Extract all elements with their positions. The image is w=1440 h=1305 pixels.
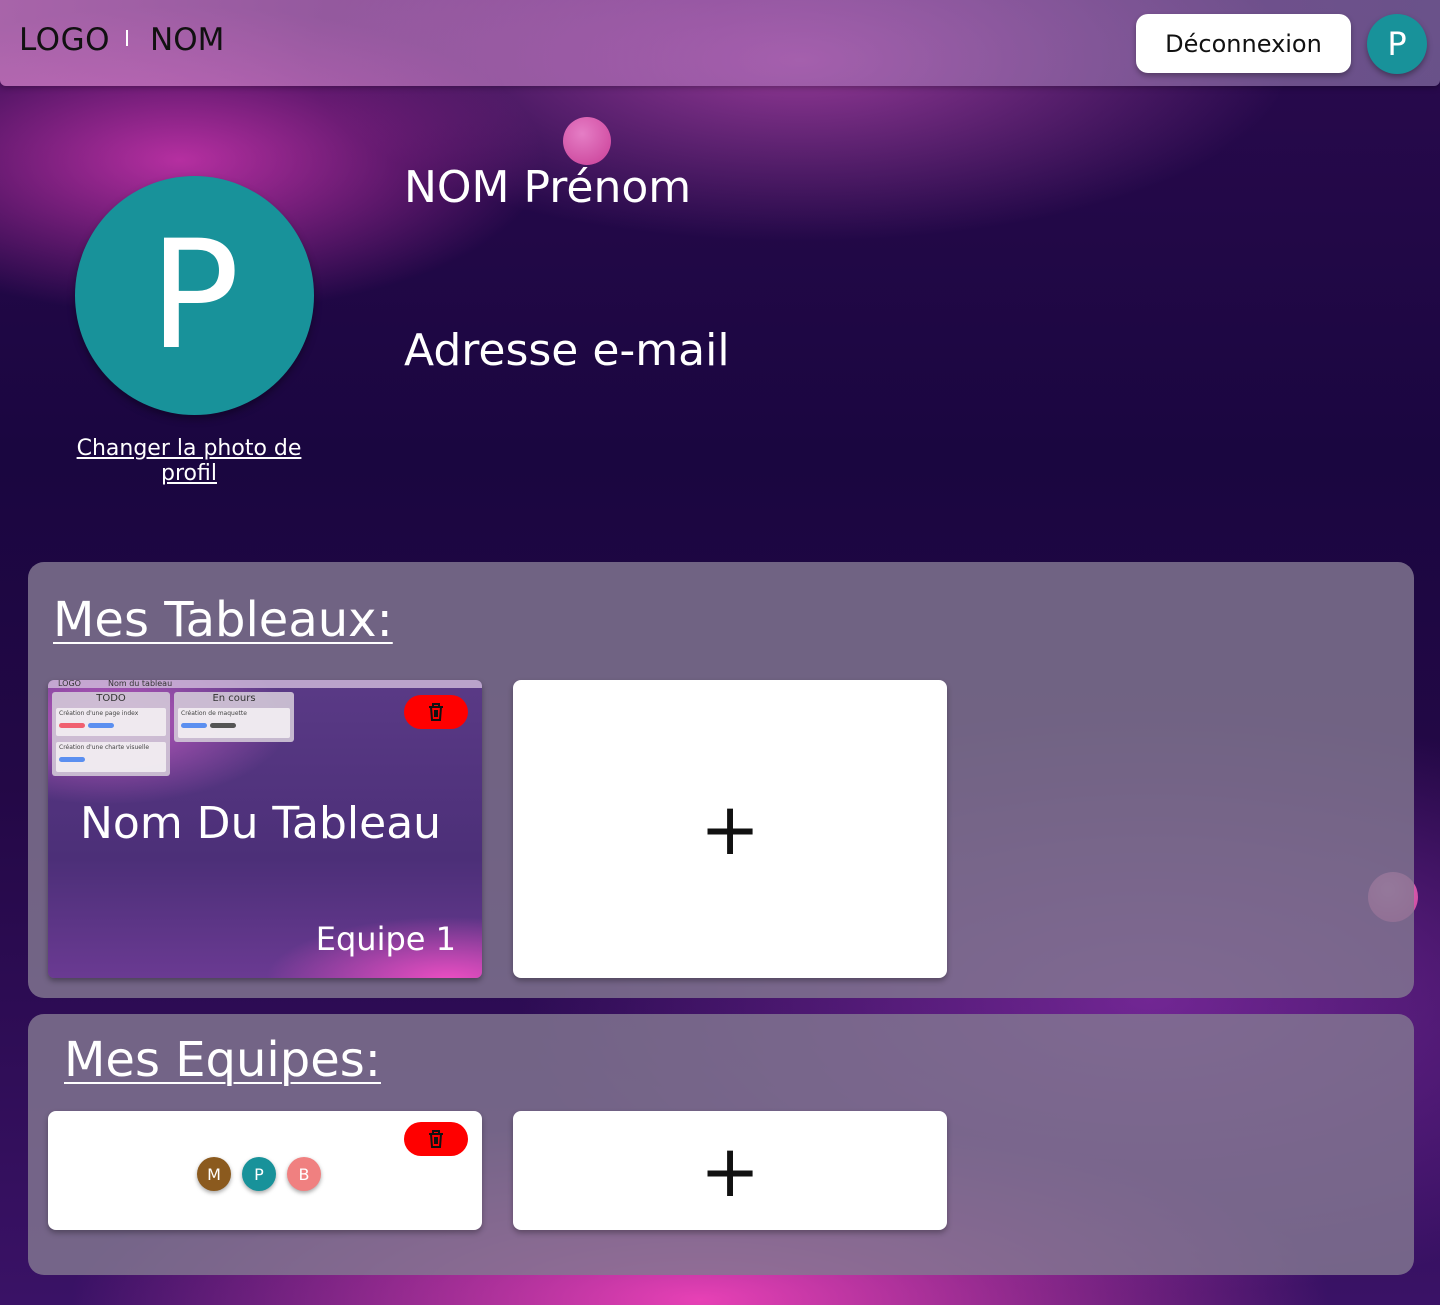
change-photo-link[interactable]: Changer la photo de profil	[64, 436, 314, 486]
trash-icon	[429, 1130, 443, 1148]
team-member-avatar: P	[242, 1157, 276, 1191]
board-preview-card-title: Création d'une charte visuelle	[59, 744, 150, 751]
profile-avatar: P	[75, 176, 314, 415]
add-team-card[interactable]: +	[513, 1111, 947, 1230]
board-preview-card: Création d'une page index	[56, 708, 166, 736]
plus-icon: +	[699, 787, 761, 871]
teams-title: Mes Equipes:	[64, 1032, 381, 1088]
board-preview-name: Nom du tableau	[108, 680, 173, 688]
board-team: Equipe 1	[315, 920, 456, 958]
delete-team-button[interactable]	[404, 1122, 468, 1156]
user-full-name: NOM Prénom	[404, 162, 692, 213]
plus-icon: +	[699, 1128, 761, 1213]
team-member-avatar: M	[197, 1157, 231, 1191]
logout-button[interactable]: Déconnexion	[1136, 14, 1351, 73]
team-member-avatar: B	[287, 1157, 321, 1191]
board-name: Nom Du Tableau	[80, 798, 442, 849]
board-preview-column-title: TODO	[96, 693, 126, 704]
board-preview-logo: LOGO	[58, 680, 81, 688]
board-preview-card: Création de maquette	[178, 708, 290, 738]
board-preview-card-title: Création d'une page index	[59, 710, 139, 717]
boards-title: Mes Tableaux:	[53, 592, 393, 648]
delete-board-button[interactable]	[404, 695, 468, 729]
top-bar: LOGO NOM Déconnexion P	[0, 0, 1440, 86]
board-preview-header: LOGO Nom du tableau	[48, 680, 482, 688]
user-email: Adresse e-mail	[404, 325, 730, 376]
app-name: NOM	[150, 22, 225, 58]
board-card[interactable]: LOGO Nom du tableau TODO Création d'une …	[48, 680, 482, 978]
decor-bubble	[563, 117, 611, 165]
logo[interactable]: LOGO	[19, 22, 110, 58]
board-preview-card: Création d'une charte visuelle	[56, 742, 166, 772]
board-preview-column: En cours Création de maquette	[174, 692, 294, 742]
user-avatar[interactable]: P	[1367, 14, 1427, 74]
header-separator	[126, 30, 128, 46]
board-preview-card-title: Création de maquette	[181, 710, 247, 717]
board-preview-column-title: En cours	[212, 693, 256, 704]
board-preview-column: TODO Création d'une page index Création …	[52, 692, 170, 776]
add-board-card[interactable]: +	[513, 680, 947, 978]
team-card[interactable]: M P B	[48, 1111, 482, 1230]
trash-icon	[429, 703, 443, 721]
